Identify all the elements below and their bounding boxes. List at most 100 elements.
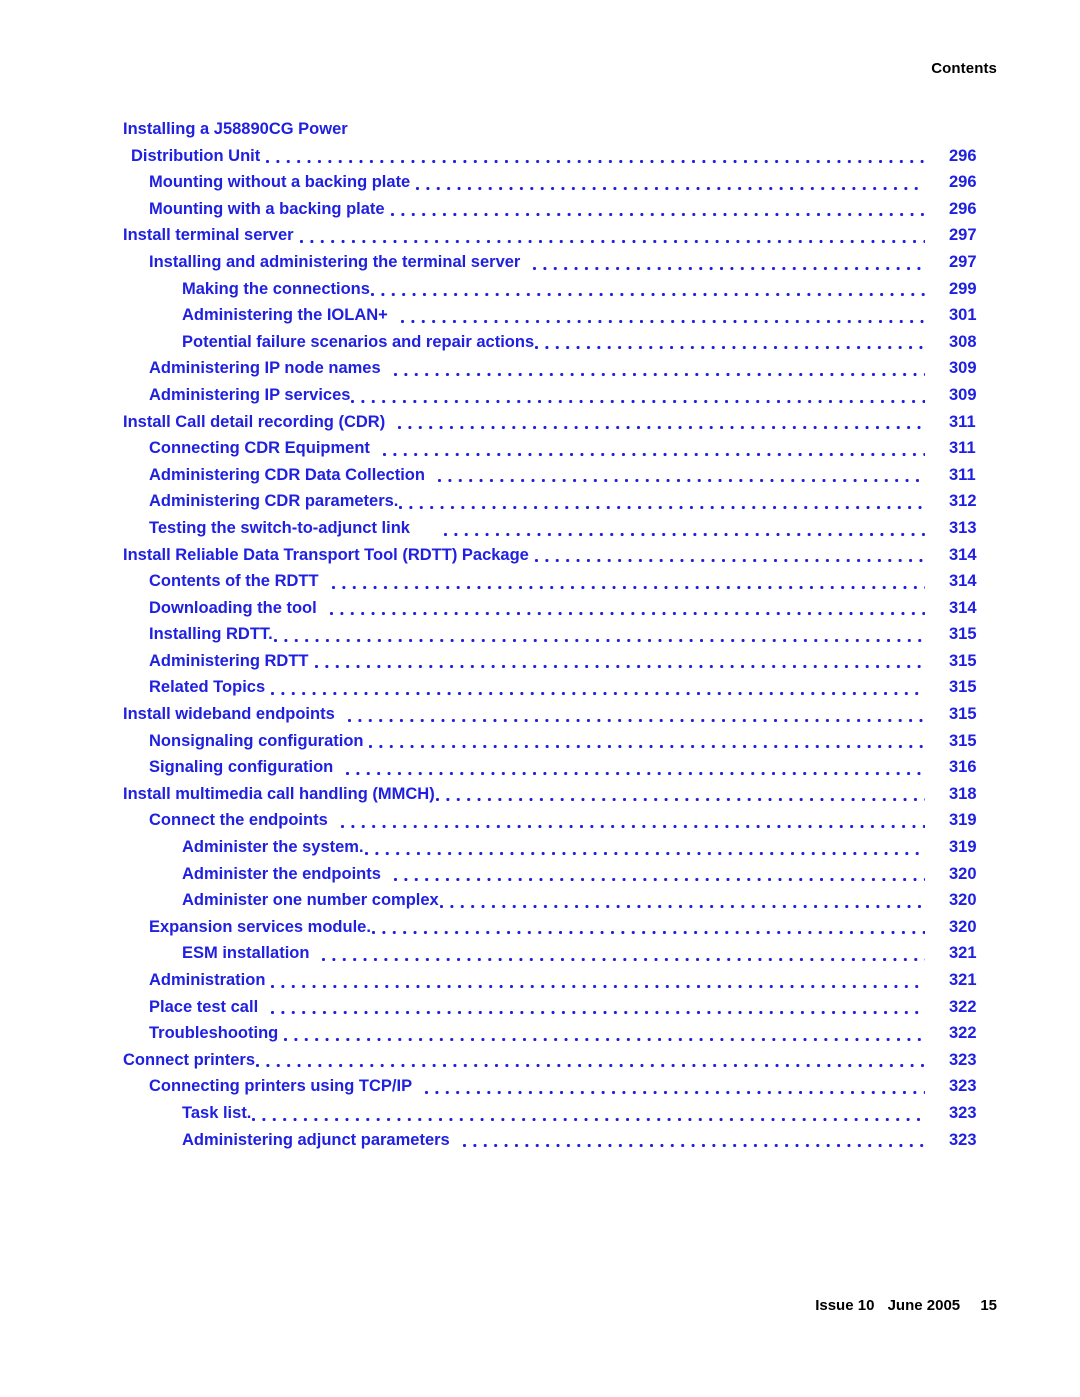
toc-entry[interactable]: Administer one number complex 320	[123, 887, 983, 914]
toc-page-number: 314	[949, 598, 977, 617]
toc-entry-title: Administering IP services	[149, 385, 351, 404]
toc-entry-title: Connecting printers using TCP/IP	[149, 1077, 413, 1096]
toc-entry[interactable]: Contents of the RDTT 314	[123, 568, 983, 595]
toc-entry-title: Administering CDR Data Collection	[149, 465, 425, 484]
toc-leader-dots	[329, 595, 925, 622]
toc-page-number: 323	[949, 1103, 977, 1122]
toc-page-number: 316	[949, 758, 977, 777]
toc-entry[interactable]: Administering RDTT 315	[123, 648, 983, 675]
toc-entry-title: Testing the switch-to-adjunct link	[149, 518, 410, 537]
toc-entry[interactable]: Connecting printers using TCP/IP 323	[123, 1073, 983, 1100]
toc-page-number: 315	[949, 705, 977, 724]
toc-leader-dots	[364, 834, 925, 861]
toc-entry[interactable]: Install multimedia call handling (MMCH) 3…	[123, 781, 983, 808]
toc-entry-title: Nonsignaling configuration	[149, 731, 364, 750]
toc-entry[interactable]: Administer the system. 319	[123, 834, 983, 861]
toc-entry[interactable]: Testing the switch-to-adjunct link 313	[123, 515, 983, 542]
toc-leader-dots	[393, 861, 925, 888]
toc-leader-dots	[382, 435, 925, 462]
toc-entry[interactable]: Nonsignaling configuration 315	[123, 728, 983, 755]
toc-entry[interactable]: Administering CDR Data Collection 311	[123, 462, 983, 489]
document-page: Contents Installing a J58890CG Power Dist…	[0, 0, 1080, 1397]
toc-page-number: 312	[949, 492, 977, 511]
toc-entry[interactable]: Connecting CDR Equipment 311	[123, 435, 983, 462]
toc-entry[interactable]: Connect the endpoints 319	[123, 807, 983, 834]
toc-leader-dots	[399, 488, 925, 515]
toc-entry[interactable]: Troubleshooting 322	[123, 1020, 983, 1047]
toc-entry[interactable]: ESM installation 321	[123, 940, 983, 967]
toc-entry[interactable]: Installing RDTT. 315	[123, 621, 983, 648]
toc-page-number: 311	[949, 412, 976, 431]
toc-entry-title: Installing a J58890CG Power	[123, 120, 348, 138]
toc-page-number: 321	[949, 944, 977, 963]
toc-entry[interactable]: Installing and administering the termina…	[123, 249, 983, 276]
toc-entry-title: Installing RDTT.	[149, 625, 273, 644]
toc-entry[interactable]: Administering the IOLAN+ 301	[123, 302, 983, 329]
toc-entry-title: Administering adjunct parameters	[182, 1130, 450, 1149]
toc-page-number: 319	[949, 811, 977, 830]
toc-entry[interactable]: Downloading the tool 314	[123, 595, 983, 622]
toc-entry[interactable]: Signaling configuration 316	[123, 754, 983, 781]
page-footer: Issue 10 June 2005 15	[815, 1297, 997, 1314]
toc-entry[interactable]: Distribution Unit 296	[123, 143, 983, 170]
toc-entry[interactable]: Install Reliable Data Transport Tool (RD…	[123, 542, 983, 569]
toc-page-number: 314	[949, 572, 977, 591]
toc-leader-dots	[347, 701, 925, 728]
toc-entry[interactable]: Related Topics 315	[123, 674, 983, 701]
toc-entry[interactable]: Administering IP services 309	[123, 382, 983, 409]
toc-entry[interactable]: Administering adjunct parameters 323	[123, 1127, 983, 1154]
toc-entry[interactable]: Mounting with a backing plate 296	[123, 196, 983, 223]
toc-page-number: 296	[949, 146, 977, 165]
toc-leader-dots	[256, 1047, 925, 1074]
toc-page-number: 320	[949, 864, 977, 883]
toc-leader-dots	[390, 196, 925, 223]
toc-entry-title: Connect the endpoints	[149, 811, 328, 830]
toc-entry[interactable]: Potential failure scenarios and repair a…	[123, 329, 983, 356]
toc-leader-dots	[271, 674, 925, 701]
toc-page-number: 323	[949, 1077, 977, 1096]
toc-leader-dots	[437, 462, 925, 489]
toc-leader-dots	[346, 754, 925, 781]
toc-page-number: 313	[949, 518, 977, 537]
toc-entry[interactable]: Administer the endpoints 320	[123, 861, 983, 888]
toc-entry[interactable]: Place test call 322	[123, 994, 983, 1021]
toc-leader-dots	[535, 329, 925, 356]
toc-page-number: 321	[949, 971, 977, 989]
toc-entry-title: Contents of the RDTT	[149, 572, 319, 591]
toc-entry[interactable]: Expansion services module. 320	[123, 914, 983, 941]
toc-page-number: 309	[949, 359, 977, 378]
toc-entry-title: Install terminal server	[123, 226, 294, 245]
toc-entry-title: Downloading the tool	[149, 598, 317, 617]
toc-entry[interactable]: Task list. 323	[123, 1100, 983, 1127]
toc-entry[interactable]: Making the connections 299	[123, 276, 983, 303]
toc-page-number: 315	[949, 625, 977, 644]
toc-leader-dots	[322, 940, 925, 967]
toc-entry-title: Task list.	[182, 1103, 252, 1122]
toc-page-number: 297	[949, 226, 977, 245]
toc-page-number: 315	[949, 651, 977, 670]
toc-entry[interactable]: Install Call detail recording (CDR) 311	[123, 409, 983, 436]
toc-entry[interactable]: Administering CDR parameters. 312	[123, 488, 983, 515]
toc-entry-title: Administering RDTT	[149, 651, 309, 670]
toc-leader-dots	[533, 249, 925, 276]
toc-entry-title: Connect printers	[123, 1050, 256, 1069]
toc-entry[interactable]: Install terminal server 297	[123, 222, 983, 249]
toc-page-number: 323	[949, 1050, 977, 1069]
toc-entry[interactable]: Installing a J58890CG Power	[123, 116, 983, 143]
toc-page-number: 315	[949, 678, 977, 697]
toc-leader-dots	[273, 621, 925, 648]
toc-entry[interactable]: Install wideband endpoints 315	[123, 701, 983, 728]
toc-entry[interactable]: Administration 321	[123, 967, 983, 994]
toc-page-number: 319	[949, 838, 977, 857]
toc-entry[interactable]: Administering IP node names 309	[123, 355, 983, 382]
toc-page-number: 322	[949, 1024, 977, 1043]
toc-entry-title: Install wideband endpoints	[123, 705, 335, 724]
table-of-contents: Installing a J58890CG Power Distribution …	[123, 116, 983, 1153]
toc-entry-title: Expansion services module.	[149, 917, 371, 936]
toc-entry[interactable]: Mounting without a backing plate 296	[123, 169, 983, 196]
toc-entry-title: Install multimedia call handling (MMCH)	[123, 784, 435, 803]
running-header-contents: Contents	[931, 60, 997, 77]
toc-leader-dots	[425, 1073, 925, 1100]
toc-entry-title: Administering the IOLAN+	[182, 306, 388, 325]
toc-entry[interactable]: Connect printers 323	[123, 1047, 983, 1074]
